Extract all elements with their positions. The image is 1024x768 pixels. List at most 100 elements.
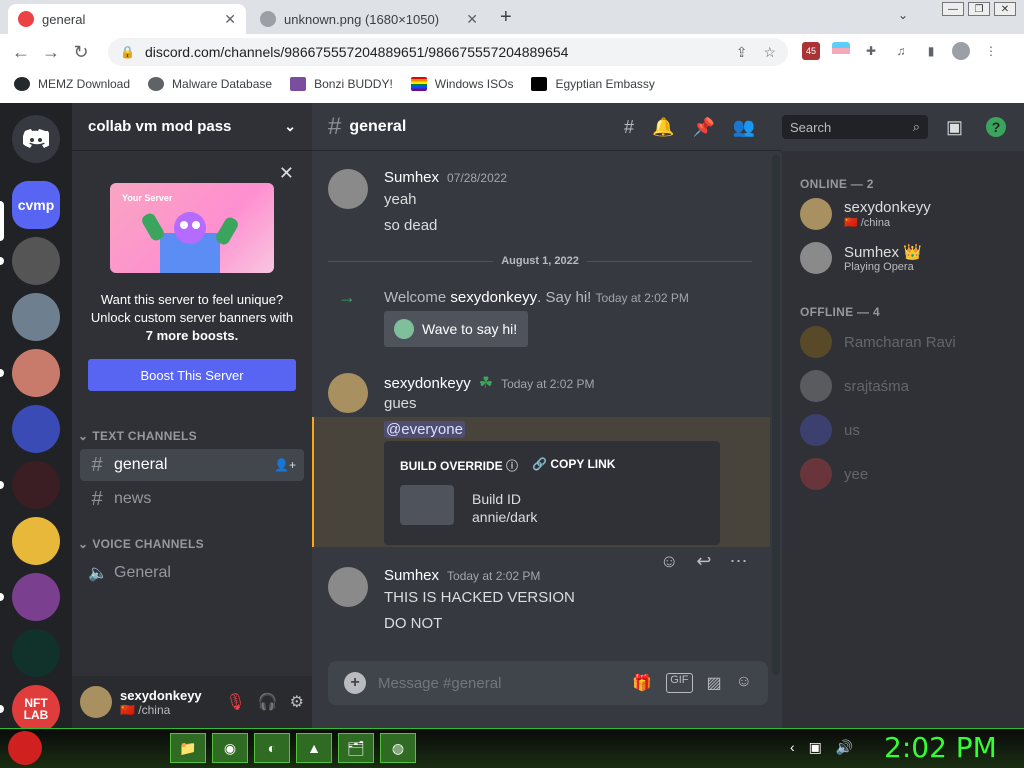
info-icon[interactable]: ⓘ xyxy=(506,459,518,473)
bookmark-memz[interactable]: MEMZ Download xyxy=(14,77,130,91)
channel-general[interactable]: # general 👤+ xyxy=(80,449,304,481)
server-header[interactable]: collab vm mod pass ⌄ xyxy=(72,103,312,151)
avatar[interactable] xyxy=(328,169,368,209)
search-input[interactable]: Search ⌕ xyxy=(782,115,928,139)
add-user-icon[interactable]: 👤+ xyxy=(274,458,296,472)
forward-button[interactable]: → xyxy=(36,42,66,63)
trans-flag-extension-icon[interactable] xyxy=(832,42,850,60)
avatar[interactable] xyxy=(328,373,368,413)
attach-plus-button[interactable]: + xyxy=(344,672,366,694)
speaker-icon: 🔈 xyxy=(88,565,108,582)
avatar[interactable] xyxy=(328,567,368,607)
bookmark-windows-isos[interactable]: Windows ISOs xyxy=(410,77,513,91)
side-panel-icon[interactable]: ▮ xyxy=(922,42,940,60)
server-avatar[interactable] xyxy=(12,405,60,453)
sticker-icon[interactable]: ▨ xyxy=(707,673,722,693)
tray-chevron-icon[interactable]: ‹ xyxy=(790,739,795,756)
everyone-mention[interactable]: @everyone xyxy=(384,421,465,438)
channel-news[interactable]: # news xyxy=(80,483,304,515)
close-tab-icon[interactable]: ✕ xyxy=(224,11,236,28)
headphones-icon[interactable]: 🎧 xyxy=(258,692,278,712)
close-tab-icon[interactable]: ✕ xyxy=(466,11,478,28)
address-bar[interactable]: 🔒 discord.com/channels/98667555720488965… xyxy=(108,38,788,66)
paint-icon[interactable]: ◍ xyxy=(380,733,416,763)
close-icon[interactable]: ✕ xyxy=(279,163,294,184)
media-control-icon[interactable]: ♫ xyxy=(892,42,910,60)
voice-channels-category[interactable]: ⌄ VOICE CHANNELS xyxy=(78,537,204,551)
members-icon[interactable]: 👥 xyxy=(733,117,755,138)
voice-channel-general[interactable]: 🔈 General xyxy=(80,557,304,589)
close-window-button[interactable]: ✕ xyxy=(994,2,1016,16)
server-avatar[interactable] xyxy=(12,461,60,509)
maximize-button[interactable]: ❐ xyxy=(968,2,990,16)
ublock-extension-icon[interactable]: 45 xyxy=(802,42,820,60)
profile-avatar-icon[interactable] xyxy=(952,42,970,60)
member-sumhex[interactable]: Sumhex 👑 Playing Opera xyxy=(800,237,1010,279)
pin-icon[interactable]: 📌 xyxy=(692,117,714,138)
start-button-angry-bird-icon[interactable] xyxy=(8,731,42,765)
message-author[interactable]: Sumhex xyxy=(384,567,439,584)
avatar[interactable] xyxy=(80,686,112,718)
new-tab-button[interactable]: + xyxy=(500,6,512,29)
share-icon[interactable]: ⇪ xyxy=(736,44,748,61)
wave-button[interactable]: Wave to say hi! xyxy=(384,311,528,347)
member-list: ONLINE — 2 sexydonkeyy 🇨🇳 /china Sumhex 👑… xyxy=(782,151,1024,728)
bookmark-malware-database[interactable]: Malware Database xyxy=(148,77,272,91)
chrome-icon[interactable]: ◉ xyxy=(212,733,248,763)
message-author[interactable]: sexydonkeyy xyxy=(384,375,471,392)
clock[interactable]: 2:02 PM xyxy=(884,731,997,764)
server-avatar[interactable] xyxy=(12,349,60,397)
file-explorer-icon[interactable]: 📁 xyxy=(170,733,206,763)
server-avatar[interactable] xyxy=(12,293,60,341)
network-icon[interactable]: ▣ xyxy=(809,739,822,756)
settings-gear-icon[interactable]: ⚙ xyxy=(290,692,304,712)
gif-icon[interactable]: GIF xyxy=(666,673,693,693)
discord-home-icon[interactable] xyxy=(12,115,60,163)
app-icon[interactable]: ◐ xyxy=(254,733,290,763)
back-button[interactable]: ← xyxy=(6,42,36,63)
gift-icon[interactable]: 🎁 xyxy=(632,673,652,693)
puzzle-extensions-icon[interactable]: ✚ xyxy=(862,42,880,60)
message-input[interactable]: Message #general xyxy=(378,675,501,692)
member-name: yee xyxy=(844,465,869,483)
inbox-icon[interactable]: ▣ xyxy=(946,117,963,138)
text-channels-category[interactable]: ⌄ TEXT CHANNELS xyxy=(78,429,197,443)
message-author[interactable]: Sumhex xyxy=(384,169,439,186)
star-icon[interactable]: ☆ xyxy=(763,44,776,61)
bookmark-bonzi-buddy[interactable]: Bonzi BUDDY! xyxy=(290,77,393,91)
server-avatar[interactable] xyxy=(12,573,60,621)
kebab-menu-icon[interactable]: ⋮ xyxy=(982,42,1000,60)
chat-scrollbar[interactable] xyxy=(772,155,780,675)
server-cvmp[interactable]: cvmp xyxy=(12,181,60,229)
tab-general[interactable]: general ✕ xyxy=(8,4,246,34)
member-ramcharan-ravi[interactable]: Ramcharan Ravi xyxy=(800,321,1010,363)
server-avatar[interactable] xyxy=(12,517,60,565)
unread-pill xyxy=(0,481,4,489)
server-avatar[interactable] xyxy=(12,629,60,677)
server-name: collab vm mod pass xyxy=(88,118,232,135)
tab-unknown-png[interactable]: unknown.png (1680×1050) ✕ xyxy=(250,4,488,34)
emoji-icon[interactable]: ☺ xyxy=(736,673,752,693)
reload-button[interactable]: ↻ xyxy=(66,42,96,63)
vlc-icon[interactable]: ▲ xyxy=(296,733,332,763)
member-us[interactable]: us xyxy=(800,409,1010,451)
tab-search-button[interactable]: ⌄ xyxy=(898,8,908,22)
lock-icon[interactable]: 🔒 xyxy=(120,45,135,59)
help-icon[interactable]: ? xyxy=(986,117,1006,137)
threads-icon[interactable]: # xyxy=(624,117,634,138)
bookmark-egyptian-embassy[interactable]: Egyptian Embassy xyxy=(531,77,655,91)
server-avatar[interactable] xyxy=(12,237,60,285)
member-yee[interactable]: yee xyxy=(800,453,1010,495)
mute-mic-icon[interactable]: 🎙 xyxy=(225,692,245,712)
volume-icon[interactable]: 🔊 xyxy=(836,739,853,756)
welcome-user[interactable]: sexydonkeyy xyxy=(450,289,537,306)
minimize-button[interactable]: — xyxy=(942,2,964,16)
member-srajtasma[interactable]: srajtaśma xyxy=(800,365,1010,407)
bell-icon[interactable]: 🔔 xyxy=(652,117,674,138)
copy-link-button[interactable]: 🔗 COPY LINK xyxy=(532,457,615,474)
user-info[interactable]: sexydonkeyy 🇨🇳 /china xyxy=(120,688,202,717)
boost-server-button[interactable]: Boost This Server xyxy=(88,359,296,391)
member-sexydonkeyy[interactable]: sexydonkeyy 🇨🇳 /china xyxy=(800,193,1010,235)
folder-icon[interactable]: 🗂 xyxy=(338,733,374,763)
server-nft-lab[interactable]: NFT LAB xyxy=(12,685,60,733)
